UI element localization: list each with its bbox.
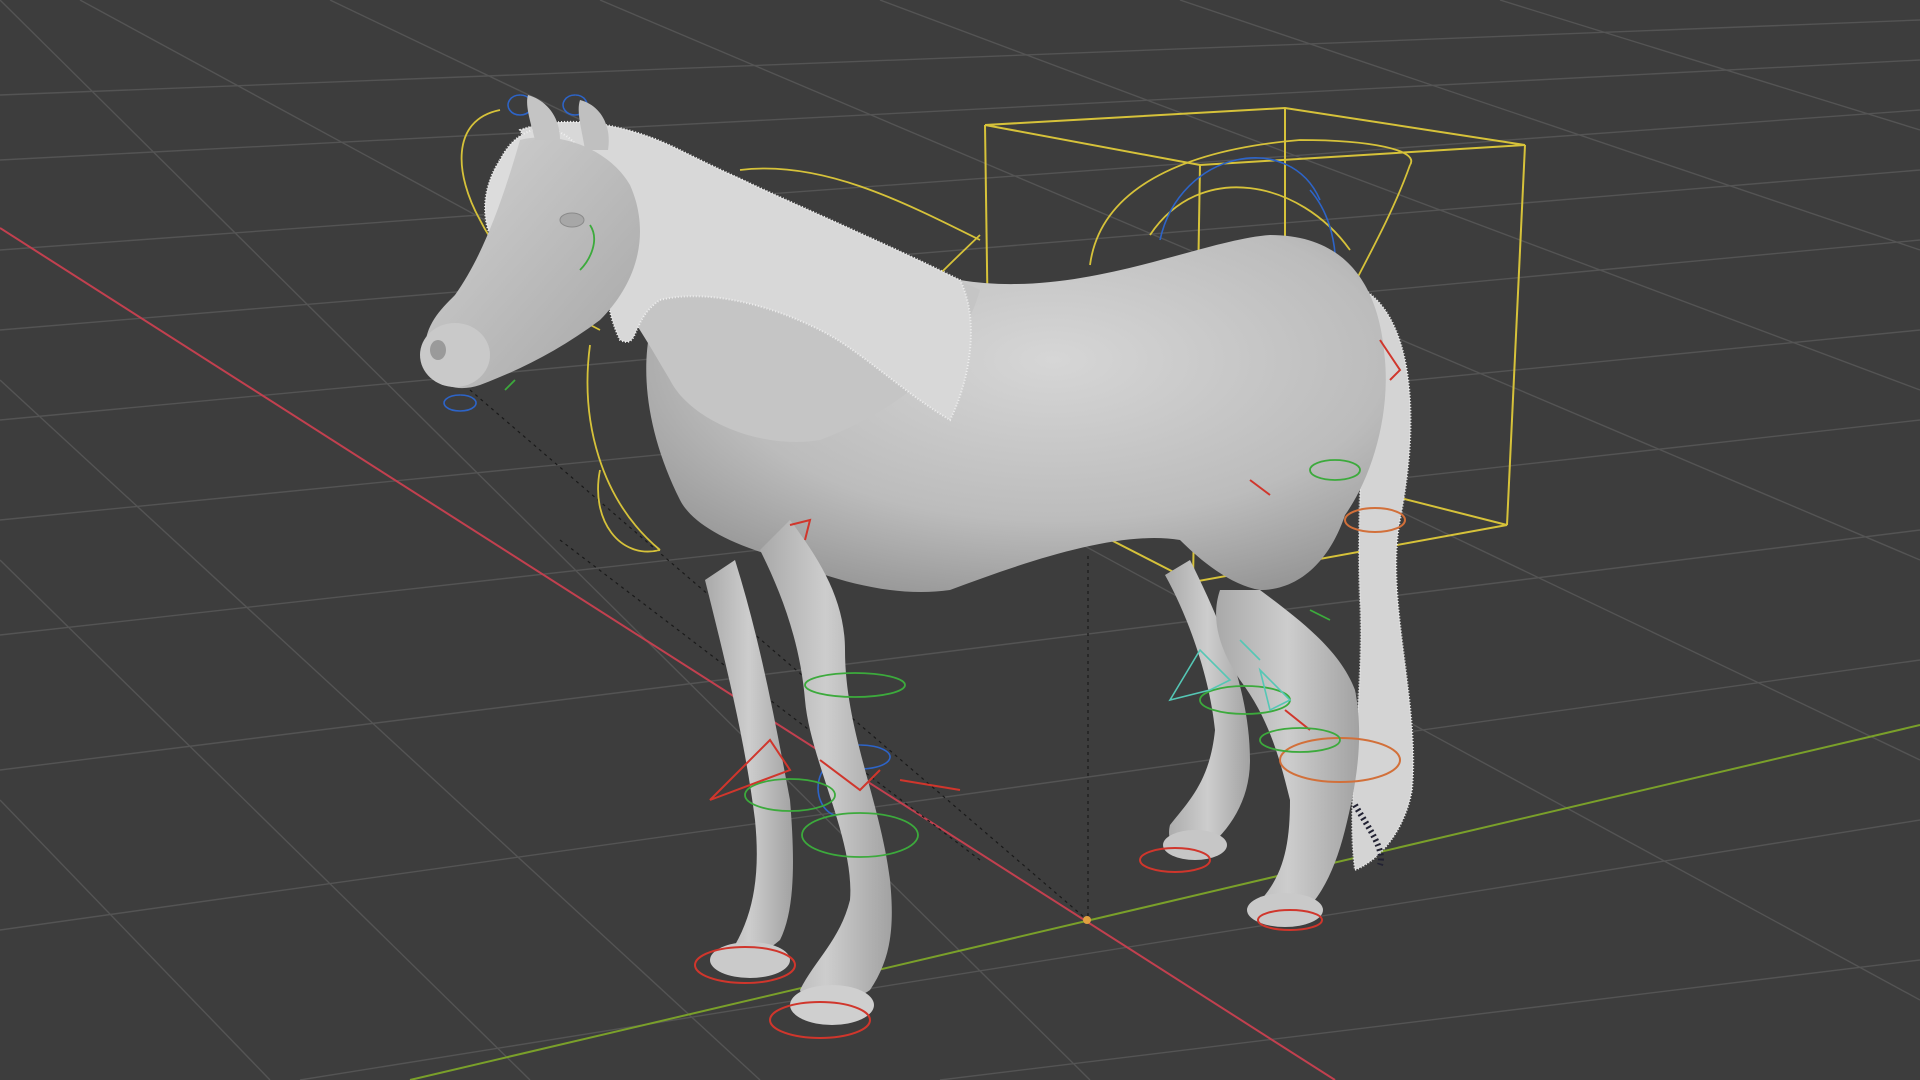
horse-muzzle xyxy=(420,323,490,387)
origin-dot-icon[interactable] xyxy=(1083,916,1091,924)
3d-viewport[interactable] xyxy=(0,0,1920,1080)
nostril xyxy=(430,340,446,360)
horse-eye xyxy=(559,212,585,228)
y-axis-line xyxy=(409,724,1920,1080)
hoof-far-hind xyxy=(1163,830,1227,860)
hoof-near-front xyxy=(790,985,874,1025)
viewport-canvas[interactable] xyxy=(0,0,1920,1080)
